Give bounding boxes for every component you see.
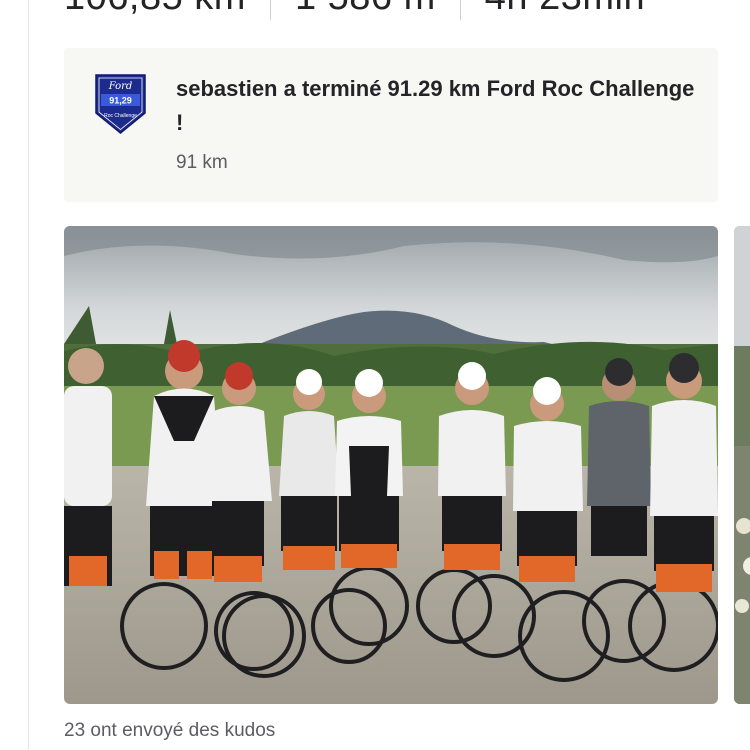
- challenge-title[interactable]: sebastien a terminé 91.29 km Ford Roc Ch…: [176, 72, 696, 140]
- stat-divider: [459, 0, 461, 20]
- next-photo-thumbnail: [734, 226, 750, 704]
- stat-distance: 106,85 km: [64, 0, 246, 19]
- challenge-badge-icon[interactable]: Ford 91,29 Roc Challenge: [94, 73, 147, 135]
- kudos-count-link[interactable]: 23 ont envoyé des kudos: [64, 720, 275, 742]
- challenge-distance: 91 km: [176, 152, 228, 173]
- svg-text:Ford: Ford: [108, 81, 133, 92]
- activity-photo[interactable]: [64, 226, 718, 704]
- stat-elevation: 1 586 m: [295, 0, 436, 19]
- feed-divider: [28, 0, 29, 750]
- activity-stats: 106,85 km 1 586 m 4h 23min: [64, 0, 645, 20]
- next-photo-preview[interactable]: [734, 226, 750, 704]
- group-cyclists-photo: [64, 226, 718, 704]
- challenge-card[interactable]: Ford 91,29 Roc Challenge sebastien a ter…: [64, 48, 718, 202]
- stat-divider: [269, 0, 271, 20]
- svg-text:Roc Challenge: Roc Challenge: [104, 113, 137, 119]
- svg-text:91,29: 91,29: [109, 96, 132, 106]
- stat-duration: 4h 23min: [485, 0, 645, 19]
